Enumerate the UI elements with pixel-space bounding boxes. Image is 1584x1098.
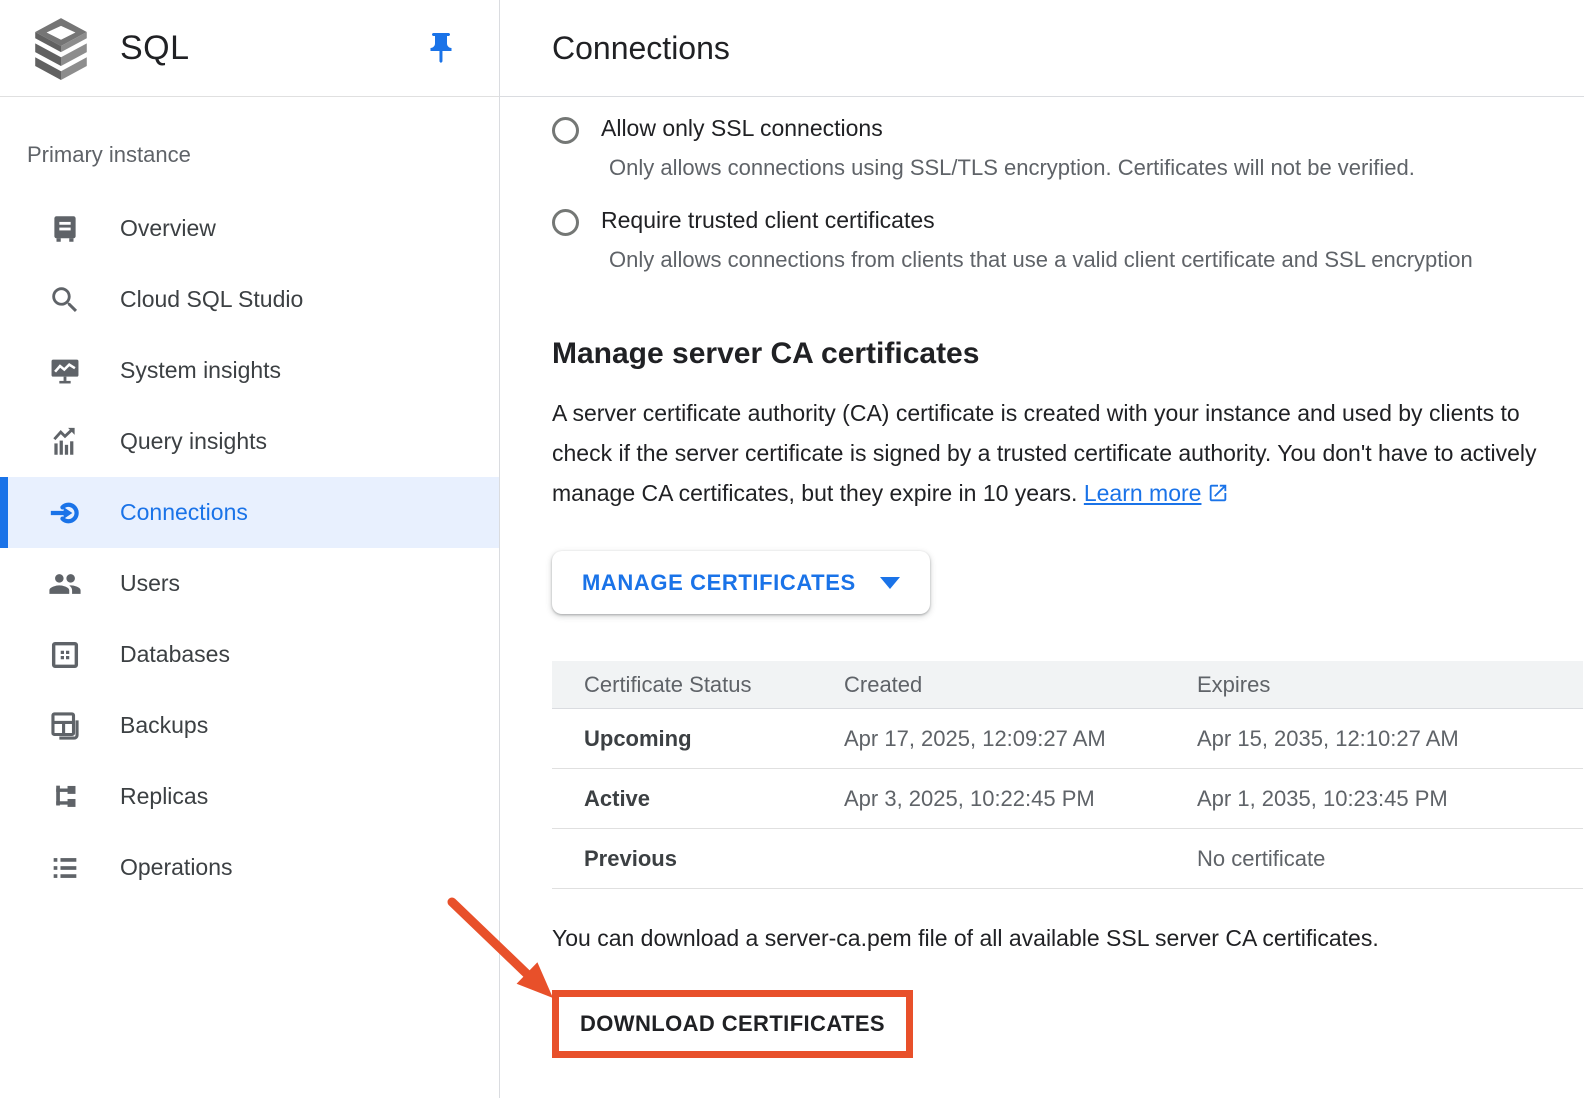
sidebar-nav: Overview Cloud SQL Studio System insight… bbox=[0, 193, 499, 903]
sidebar-item-label: Replicas bbox=[120, 783, 208, 810]
chevron-down-icon bbox=[880, 577, 900, 589]
manage-ca-heading: Manage server CA certificates bbox=[552, 337, 1584, 371]
users-icon bbox=[47, 566, 83, 602]
page-header: Connections bbox=[500, 0, 1584, 97]
replicas-icon bbox=[47, 779, 83, 815]
manage-ca-description: A server certificate authority (CA) cert… bbox=[552, 393, 1542, 513]
search-icon bbox=[47, 282, 83, 318]
sidebar-item-label: Cloud SQL Studio bbox=[120, 286, 303, 313]
sidebar-item-query-insights[interactable]: Query insights bbox=[0, 406, 499, 477]
certificate-status: Previous bbox=[584, 846, 844, 872]
certificates-table-header: Certificate Status Created Expires bbox=[552, 661, 1583, 709]
manage-certificates-label: MANAGE CERTIFICATES bbox=[582, 570, 856, 596]
table-row: Active Apr 3, 2025, 10:22:45 PM Apr 1, 2… bbox=[552, 769, 1583, 829]
sidebar-item-label: System insights bbox=[120, 357, 281, 384]
certificate-expires: No certificate bbox=[1197, 846, 1583, 872]
download-note: You can download a server-ca.pem file of… bbox=[552, 925, 1584, 952]
connections-icon bbox=[47, 495, 83, 531]
sidebar-item-label: Query insights bbox=[120, 428, 267, 455]
radio-allow-only-ssl[interactable] bbox=[552, 117, 579, 144]
manage-ca-description-text: A server certificate authority (CA) cert… bbox=[552, 400, 1537, 506]
databases-icon bbox=[47, 637, 83, 673]
radio-description: Only allows connections from clients tha… bbox=[609, 247, 1473, 273]
sidebar-item-label: Operations bbox=[120, 854, 233, 881]
sidebar-item-label: Connections bbox=[120, 499, 248, 526]
table-row: Previous No certificate bbox=[552, 829, 1583, 889]
sidebar-section-label: Primary instance bbox=[27, 142, 499, 168]
certificate-status: Active bbox=[584, 786, 844, 812]
system-insights-icon bbox=[47, 353, 83, 389]
learn-more-link[interactable]: Learn more bbox=[1084, 480, 1202, 506]
sidebar-item-backups[interactable]: Backups bbox=[0, 690, 499, 761]
manage-certificates-button[interactable]: MANAGE CERTIFICATES bbox=[552, 551, 930, 614]
sidebar-item-cloud-sql-studio[interactable]: Cloud SQL Studio bbox=[0, 264, 499, 335]
sidebar: SQL Primary instance Overview bbox=[0, 0, 500, 1098]
ssl-option-allow-only-ssl: Allow only SSL connections Only allows c… bbox=[552, 115, 1584, 181]
radio-label[interactable]: Allow only SSL connections bbox=[601, 115, 883, 142]
column-header-created: Created bbox=[844, 672, 1197, 698]
radio-description: Only allows connections using SSL/TLS en… bbox=[609, 155, 1415, 181]
certificate-created: Apr 3, 2025, 10:22:45 PM bbox=[844, 786, 1197, 812]
sidebar-item-label: Overview bbox=[120, 215, 216, 242]
radio-label[interactable]: Require trusted client certificates bbox=[601, 207, 935, 234]
certificate-created: Apr 17, 2025, 12:09:27 AM bbox=[844, 726, 1197, 752]
sidebar-item-label: Backups bbox=[120, 712, 208, 739]
sidebar-item-label: Users bbox=[120, 570, 180, 597]
column-header-expires: Expires bbox=[1197, 672, 1583, 698]
certificate-expires: Apr 15, 2035, 12:10:27 AM bbox=[1197, 726, 1583, 752]
pin-icon[interactable] bbox=[423, 30, 459, 66]
sidebar-item-databases[interactable]: Databases bbox=[0, 619, 499, 690]
open-in-new-icon bbox=[1207, 482, 1229, 504]
query-insights-icon bbox=[47, 424, 83, 460]
operations-icon bbox=[47, 850, 83, 886]
download-certificates-button[interactable]: DOWNLOAD CERTIFICATES bbox=[559, 997, 906, 1051]
main-panel: Connections Allow only SSL connections O… bbox=[500, 0, 1584, 1098]
ssl-option-require-trusted-certs: Require trusted client certificates Only… bbox=[552, 207, 1584, 273]
sidebar-item-connections[interactable]: Connections bbox=[0, 477, 499, 548]
cloud-sql-logo-icon bbox=[28, 15, 94, 81]
certificate-expires: Apr 1, 2035, 10:23:45 PM bbox=[1197, 786, 1583, 812]
sidebar-item-replicas[interactable]: Replicas bbox=[0, 761, 499, 832]
app-title: SQL bbox=[120, 29, 190, 68]
certificates-table: Certificate Status Created Expires Upcom… bbox=[552, 661, 1583, 889]
table-row: Upcoming Apr 17, 2025, 12:09:27 AM Apr 1… bbox=[552, 709, 1583, 769]
certificate-status: Upcoming bbox=[584, 726, 844, 752]
sidebar-header: SQL bbox=[0, 0, 499, 97]
sidebar-item-label: Databases bbox=[120, 641, 230, 668]
backups-icon bbox=[47, 708, 83, 744]
page-title: Connections bbox=[552, 30, 730, 67]
column-header-certificate-status: Certificate Status bbox=[584, 672, 844, 698]
sidebar-item-system-insights[interactable]: System insights bbox=[0, 335, 499, 406]
sidebar-item-users[interactable]: Users bbox=[0, 548, 499, 619]
overview-icon bbox=[47, 211, 83, 247]
annotation-highlight-box: DOWNLOAD CERTIFICATES bbox=[552, 990, 913, 1058]
radio-require-trusted-certs[interactable] bbox=[552, 209, 579, 236]
sidebar-item-operations[interactable]: Operations bbox=[0, 832, 499, 903]
sidebar-item-overview[interactable]: Overview bbox=[0, 193, 499, 264]
